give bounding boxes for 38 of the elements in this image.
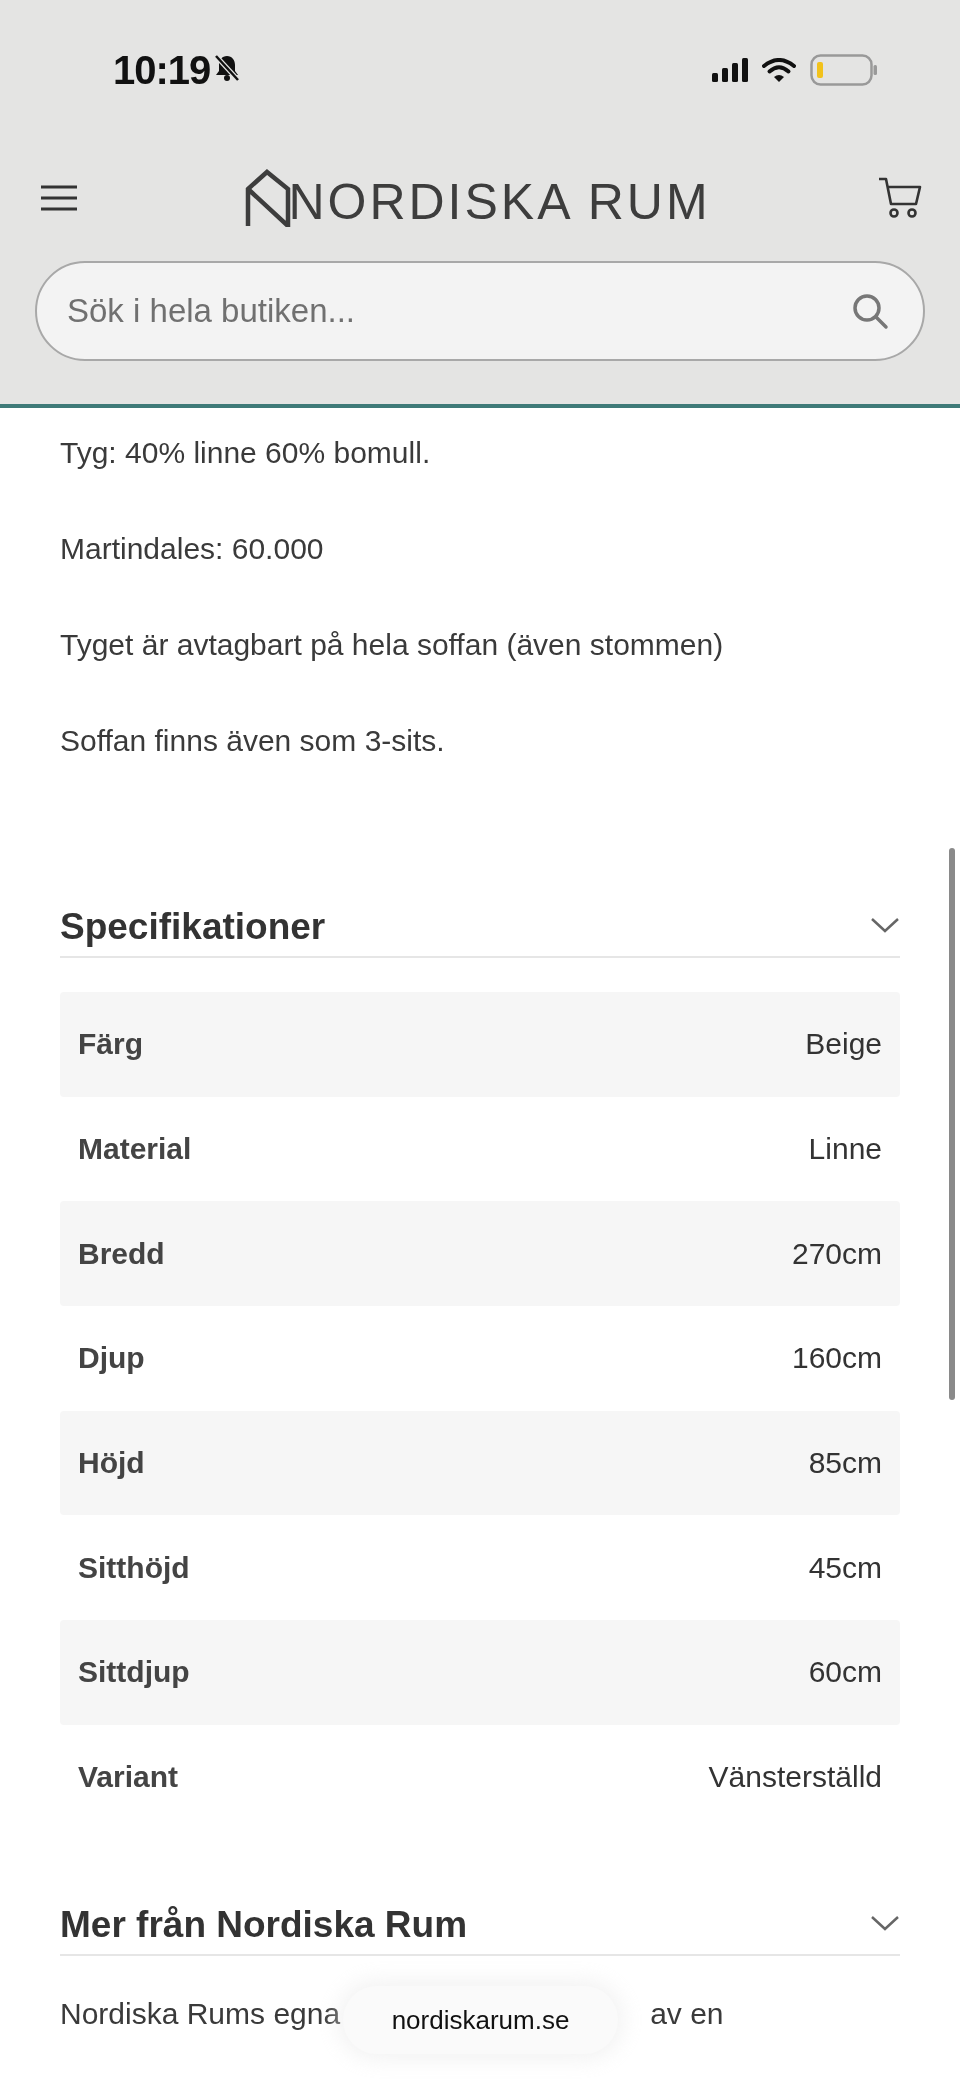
paragraph: Tyget är avtagbart på hela soffan (även stommen) (60, 627, 725, 663)
cart-icon[interactable] (878, 176, 922, 220)
paragraph: Martindales: 60.000 (60, 531, 325, 567)
wifi-icon (762, 58, 796, 82)
section-title: Specifikationer (60, 906, 326, 948)
spec-value: 60cm (808, 1655, 882, 1690)
search-input[interactable]: Sök i hela butiken... (65, 291, 851, 331)
spec-value: 45cm (808, 1550, 882, 1585)
spec-label: Djup (78, 1341, 145, 1376)
spec-label: Bredd (78, 1236, 165, 1271)
paragraph: Tyg: 40% linne 60% bomull. (60, 435, 432, 471)
status-time: 10:19 (113, 47, 211, 93)
spec-label: Material (78, 1132, 192, 1167)
spec-value: Beige (805, 1027, 882, 1062)
signal-icon (712, 58, 748, 82)
bell-muted-icon (214, 54, 241, 82)
spec-value: 160cm (791, 1341, 882, 1376)
paragraph-text: Nordiska Rums egna (60, 1995, 341, 2032)
spec-label: Sittdjup (78, 1655, 190, 1690)
spec-value: 270cm (791, 1236, 882, 1271)
search-icon[interactable] (851, 292, 889, 330)
paragraph-text: av en (650, 1995, 724, 2032)
spec-value: 85cm (808, 1446, 882, 1481)
menu-icon[interactable] (40, 185, 78, 211)
paragraph: Soffan finns även som 3-sits. (60, 723, 446, 759)
search-field[interactable]: Sök i hela butiken... (35, 261, 925, 361)
spec-label: Sitthöjd (78, 1550, 190, 1585)
spec-label: Färg (78, 1027, 143, 1062)
spec-value: Linne (808, 1132, 882, 1167)
logo[interactable]: NORDISKA RUM (245, 169, 711, 227)
chevron-icon[interactable] (870, 916, 900, 934)
section-title: Mer från Nordiska Rum (60, 1903, 468, 1946)
chevron-icon[interactable] (870, 1913, 900, 1932)
spec-value: Vänsterställd (708, 1760, 882, 1795)
battery-icon (810, 54, 878, 86)
spec-label: Variant (78, 1760, 179, 1795)
spec-label: Höjd (78, 1446, 145, 1481)
address-bar[interactable]: nordiskarum.se (343, 1986, 618, 2054)
